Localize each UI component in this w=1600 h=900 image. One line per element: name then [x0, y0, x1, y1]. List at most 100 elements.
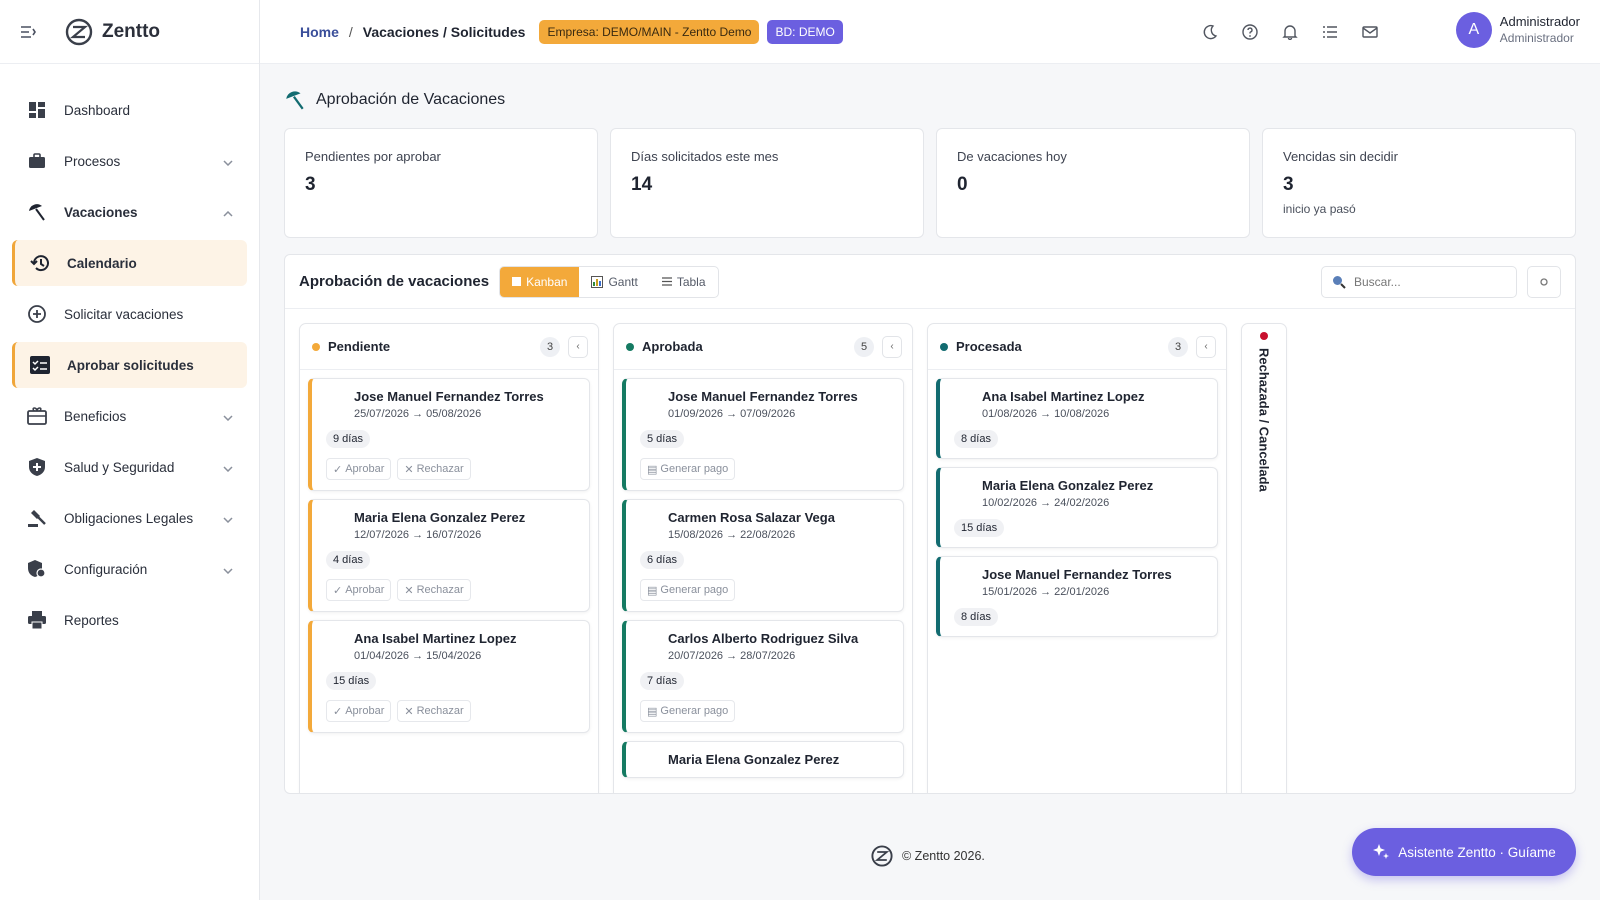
generate-payment-button[interactable]: ▤ Generar pago [640, 579, 736, 601]
mail-icon[interactable] [1360, 22, 1380, 42]
view-table-label: Tabla [676, 274, 706, 289]
sidebar-item-salud-y-seguridad[interactable]: Salud y Seguridad [12, 444, 247, 490]
check-icon: ✓ [333, 463, 343, 476]
sidebar-item-reportes[interactable]: Reportes [12, 597, 247, 643]
days-badge: 7 días [640, 672, 684, 690]
beach-umbrella-icon [26, 201, 48, 223]
request-card[interactable]: Jose Manuel Fernandez Torres 15/01/2026 … [936, 556, 1218, 637]
column-count: 3 [540, 336, 560, 357]
employee-name: Ana Isabel Martinez Lopez [982, 389, 1145, 404]
payment-icon: ▤ [647, 584, 658, 597]
sidebar-item-label: Configuración [64, 561, 148, 577]
gantt-chart-icon [591, 275, 604, 288]
request-card[interactable]: Jose Manuel Fernandez Torres 25/07/2026 … [308, 378, 590, 491]
stat-card-days-requested: Días solicitados este mes 14 [610, 128, 924, 238]
column-pendiente: Pendiente 3 ‹ Jose Manuel Fernandez Torr… [299, 323, 599, 793]
request-card[interactable]: Carmen Rosa Salazar Vega 15/08/2026 → 22… [622, 499, 904, 612]
avatar[interactable]: A [1455, 12, 1492, 48]
briefcase-icon [26, 150, 48, 172]
sidebar-item-label: Dashboard [64, 102, 131, 118]
health-shield-icon [26, 456, 48, 478]
collapse-column-button[interactable]: ‹ [1196, 335, 1216, 358]
task-list-icon[interactable] [1320, 22, 1340, 42]
approve-button[interactable]: ✓ Aprobar [326, 579, 392, 601]
assistant-label: Asistente Zentto · Guíame [1398, 844, 1556, 860]
sidebar-item-configuracion[interactable]: Configuración [12, 546, 247, 592]
employee-name: Maria Elena Gonzalez Perez [668, 752, 840, 767]
breadcrumb-separator: / [348, 23, 353, 40]
employee-name: Jose Manuel Fernandez Torres [982, 567, 1172, 582]
stat-label: De vacaciones hoy [957, 149, 1067, 164]
notifications-bell-icon[interactable] [1280, 22, 1300, 42]
days-badge: 6 días [640, 551, 684, 569]
sidebar-item-dashboard[interactable]: Dashboard [12, 87, 247, 133]
request-card[interactable]: Maria Elena Gonzalez Perez 10/02/2026 → … [936, 467, 1218, 548]
employee-name: Carlos Alberto Rodriguez Silva [668, 631, 859, 646]
collapse-column-button[interactable]: ‹ [568, 335, 588, 358]
card-actions: ▤ Generar pago [640, 700, 893, 722]
chevron-down-icon [223, 562, 233, 577]
board-settings-button[interactable] [1527, 266, 1561, 298]
column-count: 3 [1168, 336, 1188, 357]
date-range: 10/02/2026 → 24/02/2026 [982, 497, 1110, 509]
sidebar-item-label: Vacaciones [64, 204, 138, 220]
sidebar-item-vacaciones[interactable]: Vacaciones [12, 189, 247, 235]
generate-payment-button[interactable]: ▤ Generar pago [640, 700, 736, 722]
column-rechazada-collapsed[interactable]: Rechazada / Cancelada [1241, 323, 1287, 793]
view-kanban-label: Kanban [526, 274, 568, 289]
request-card[interactable]: Ana Isabel Martinez Lopez 01/04/2026 → 1… [308, 620, 590, 733]
page-title: Aprobación de Vacaciones [284, 84, 1576, 116]
reject-button[interactable]: ✕ Rechazar [397, 458, 471, 480]
reject-button[interactable]: ✕ Rechazar [397, 579, 471, 601]
approve-button[interactable]: ✓ Aprobar [326, 700, 392, 722]
reject-button[interactable]: ✕ Rechazar [397, 700, 471, 722]
column-procesada: Procesada 3 ‹ Ana Isabel Martinez Lopez … [927, 323, 1227, 793]
reject-label: Rechazar [416, 584, 464, 596]
help-icon[interactable] [1240, 22, 1260, 42]
card-list: Jose Manuel Fernandez Torres 01/09/2026 … [614, 370, 912, 786]
sidebar-item-obligaciones-legales[interactable]: Obligaciones Legales [12, 495, 247, 541]
beach-umbrella-icon [286, 91, 304, 110]
generate-payment-button[interactable]: ▤ Generar pago [640, 458, 736, 480]
security-settings-icon [26, 558, 48, 580]
search-input[interactable] [1354, 275, 1494, 289]
sidebar-item-aprobar-solicitudes[interactable]: Aprobar solicitudes [12, 342, 247, 388]
breadcrumb-current: Vacaciones / Solicitudes [362, 23, 526, 40]
employee-name: Ana Isabel Martinez Lopez [354, 631, 517, 646]
top-header: Home / Vacaciones / Solicitudes Empresa:… [260, 0, 1600, 64]
sidebar-item-procesos[interactable]: Procesos [12, 138, 247, 184]
view-kanban-tab[interactable]: Kanban [500, 266, 580, 297]
approval-board: Aprobación de vacaciones Kanban Gantt Ta… [284, 254, 1576, 794]
employee-name: Jose Manuel Fernandez Torres [354, 389, 544, 404]
history-icon [29, 252, 51, 274]
date-range: 01/08/2026 → 10/08/2026 [982, 408, 1110, 420]
request-card[interactable]: Jose Manuel Fernandez Torres 01/09/2026 … [622, 378, 904, 491]
days-badge: 5 días [640, 430, 684, 448]
company-badge: Empresa: DEMO/MAIN - Zentto Demo [539, 19, 760, 44]
close-icon: ✕ [404, 463, 414, 476]
user-menu[interactable]: A Administrador Administrador [1455, 12, 1580, 48]
days-badge: 4 días [326, 551, 370, 569]
sidebar-item-calendario[interactable]: Calendario [12, 240, 247, 286]
dark-mode-icon[interactable] [1200, 22, 1220, 42]
search-box[interactable] [1321, 266, 1517, 298]
request-card[interactable]: Carlos Alberto Rodriguez Silva 20/07/202… [622, 620, 904, 733]
request-card[interactable]: Ana Isabel Martinez Lopez 01/08/2026 → 1… [936, 378, 1218, 459]
collapse-column-button[interactable]: ‹ [882, 335, 902, 358]
dashboard-icon [26, 99, 48, 121]
date-range: 15/01/2026 → 22/01/2026 [982, 586, 1110, 598]
stat-value: 3 [1283, 174, 1294, 195]
sidebar-item-solicitar-vacaciones[interactable]: Solicitar vacaciones [12, 291, 247, 337]
view-gantt-tab[interactable]: Gantt [579, 267, 649, 297]
approve-button[interactable]: ✓ Aprobar [326, 458, 392, 480]
request-card[interactable]: Maria Elena Gonzalez Perez 12/07/2026 → … [308, 499, 590, 612]
view-switcher: Kanban Gantt Tabla [499, 265, 719, 298]
collapse-menu-icon[interactable] [20, 25, 50, 38]
assistant-button[interactable]: Asistente Zentto · Guíame [1352, 828, 1576, 876]
view-table-tab[interactable]: Tabla [650, 267, 718, 297]
date-range: 01/04/2026 → 15/04/2026 [354, 650, 482, 662]
request-card[interactable]: Maria Elena Gonzalez Perez [622, 741, 904, 778]
footer: © Zentto 2026. [870, 844, 985, 868]
sidebar-item-beneficios[interactable]: Beneficios [12, 393, 247, 439]
breadcrumb-home-link[interactable]: Home [300, 24, 339, 40]
